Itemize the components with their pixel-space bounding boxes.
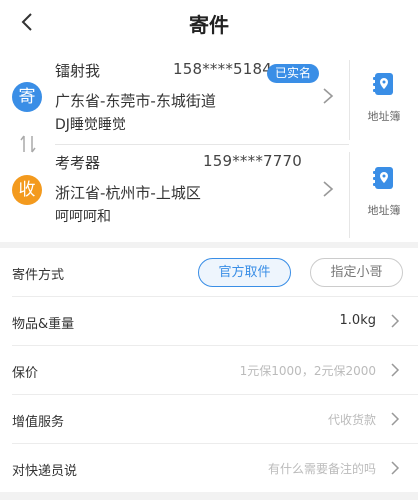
official-pickup-button[interactable]: 官方取件 (198, 258, 291, 287)
option-label: 物品&重量 (12, 317, 75, 332)
chevron-right-icon (323, 181, 334, 197)
chevron-right-icon (323, 88, 334, 104)
sender-address-book-button[interactable]: 地址簿 (350, 50, 418, 142)
receiver-phone: 159****7770 (203, 152, 303, 170)
insure-placeholder: 1元保1000，2元保2000 (239, 364, 376, 378)
verified-badge: 已实名 (267, 64, 320, 83)
receiver-address-book-button[interactable]: 地址簿 (350, 144, 418, 236)
option-label: 对快递员说 (12, 464, 78, 479)
option-insure[interactable]: 保价 1元保1000，2元保2000 (0, 346, 418, 395)
sender-phone: 158****5184 (173, 60, 273, 78)
shipping-options: 寄件方式 官方取件 指定小哥 物品&重量 1.0kg 保价 1元保1000，2元… (0, 248, 418, 492)
option-label: 增值服务 (12, 415, 65, 430)
sender-detail: DJ睡觉睡觉 (55, 117, 126, 133)
sender-badge: 寄 (12, 82, 42, 112)
address-book-label: 地址簿 (367, 110, 401, 123)
bottom-spacer (0, 492, 418, 500)
option-method: 寄件方式 官方取件 指定小哥 (0, 248, 418, 297)
page-title: 寄件 (189, 13, 229, 37)
goods-weight-value: 1.0kg (339, 313, 376, 328)
chevron-right-icon (391, 363, 400, 377)
nav-bar: 寄件 (0, 0, 418, 44)
option-goods[interactable]: 物品&重量 1.0kg (0, 297, 418, 346)
chevron-right-icon (391, 461, 400, 475)
address-book-icon (373, 167, 393, 189)
value-added-placeholder: 代收货款 (327, 413, 376, 427)
receiver-name: 考考器 (55, 154, 101, 172)
receiver-region: 浙江省-杭州市-上城区 (55, 184, 201, 202)
option-note[interactable]: 对快递员说 有什么需要备注的吗 (0, 444, 418, 493)
address-card: 寄 镭射我 158****5184 已实名 广东省-东莞市-东城街道 DJ睡觉睡… (0, 44, 418, 242)
receiver-badge: 收 (12, 175, 42, 205)
assign-courier-button[interactable]: 指定小哥 (310, 258, 403, 287)
address-book-label: 地址簿 (367, 204, 401, 217)
receiver-detail: 呵呵呵和 (55, 209, 111, 225)
option-label: 保价 (12, 366, 39, 381)
sender-name: 镭射我 (55, 62, 101, 80)
option-label: 寄件方式 (12, 268, 65, 283)
note-placeholder: 有什么需要备注的吗 (267, 462, 376, 476)
chevron-right-icon (391, 412, 400, 426)
option-value-added[interactable]: 增值服务 代收货款 (0, 395, 418, 444)
sender-region: 广东省-东莞市-东城街道 (55, 92, 216, 110)
address-book-icon (373, 73, 393, 95)
chevron-right-icon (391, 314, 400, 328)
